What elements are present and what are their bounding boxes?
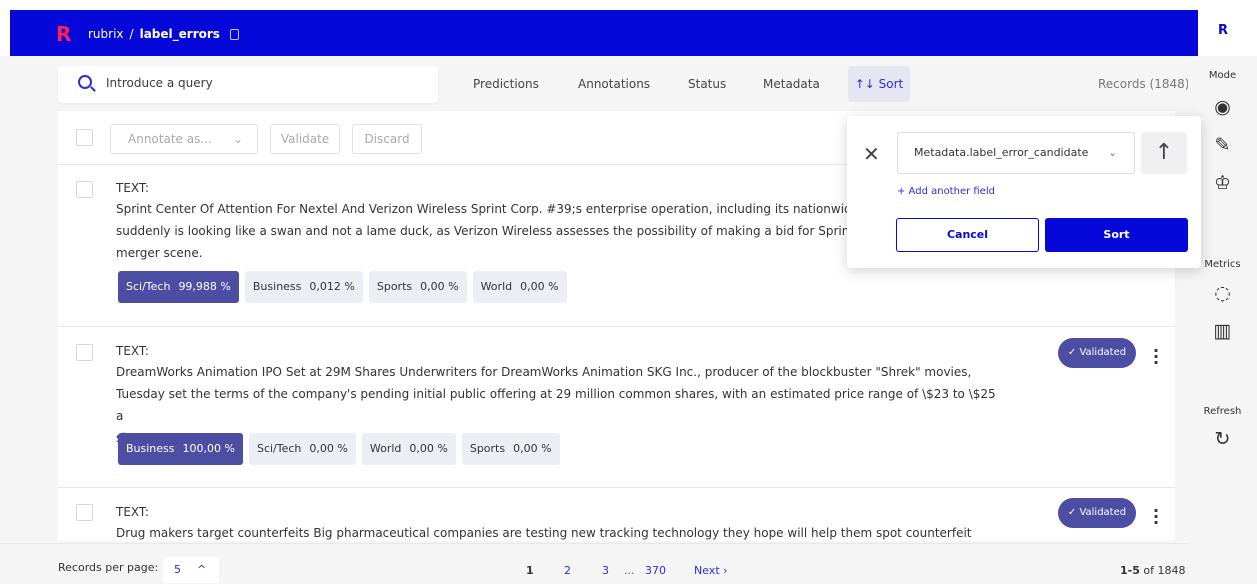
list-item: TEXT: ✓ Validated · · · Drug makers target… — [58, 488, 1175, 541]
prediction-chip[interactable]: Sports 0,00 % — [368, 271, 467, 303]
prediction-chip[interactable]: Sci/Tech 99,988 % — [118, 271, 239, 303]
records-per-page-select[interactable]: 5 ^ — [163, 557, 219, 583]
per-page-value: 5 — [174, 563, 181, 576]
sort-direction-icon[interactable]: ↑ — [1141, 132, 1187, 174]
search-box — [58, 66, 438, 103]
chip-score: 0,012 % — [309, 280, 355, 293]
cancel-button[interactable]: Cancel — [896, 218, 1039, 252]
prediction-chip[interactable]: World 0,00 % — [472, 271, 567, 303]
chip-score: 99,988 % — [178, 280, 231, 293]
record-label: TEXT: — [116, 344, 149, 358]
discard-button[interactable]: Discard — [352, 124, 422, 154]
more-options-icon[interactable]: · · · — [1150, 503, 1162, 531]
filter-metadata[interactable]: Metadata — [763, 77, 820, 91]
validated-badge[interactable]: ✓ Validated — [1058, 498, 1136, 528]
sort-popover: ✕ Metadata.label_error_candidate ⌄ ↑ + A… — [847, 116, 1201, 268]
chip-label: World — [369, 442, 402, 455]
pagination-footer: Records per page: 5 ^ 1 2 3 ... 370 Next… — [0, 543, 1188, 584]
chip-label: Sci/Tech — [126, 280, 171, 293]
prediction-chip[interactable]: Sci/Tech 0,00 % — [248, 433, 356, 465]
filter-predictions[interactable]: Predictions — [473, 77, 539, 91]
chip-score: 0,00 % — [513, 442, 552, 455]
validate-button[interactable]: Validate — [270, 124, 340, 154]
range-bold: 1-5 — [1120, 564, 1140, 577]
bar-chart-icon[interactable]: ▥ — [1188, 320, 1257, 342]
record-checkbox[interactable] — [76, 504, 93, 521]
mode-heading: Mode — [1208, 70, 1237, 81]
avatar[interactable]: R — [1210, 18, 1236, 44]
page-ellipsis: ... — [624, 564, 635, 577]
record-checkbox[interactable] — [76, 181, 93, 198]
next-page-button[interactable]: Next › — [694, 564, 728, 577]
list-item: TEXT: ✓ Validated · · · DreamWorks Animati… — [58, 327, 1175, 488]
prediction-chips: Sci/Tech 99,988 % Business 0,012 % Sports 0… — [118, 271, 567, 303]
chevron-down-icon: ⌄ — [1108, 146, 1118, 159]
record-text: Drug makers target counterfeits Big phar… — [116, 522, 996, 541]
breadcrumb-separator: / — [129, 27, 134, 41]
sort-button[interactable]: ↑↓ Sort — [848, 66, 910, 102]
annotate-as-dropdown[interactable]: Annotate as... ⌄ — [110, 124, 258, 154]
chip-score: 0,00 % — [409, 442, 448, 455]
annotate-as-label: Annotate as... — [128, 132, 212, 146]
breadcrumb-project[interactable]: rubrix — [88, 27, 124, 41]
sort-field-select[interactable]: Metadata.label_error_candidate ⌄ — [897, 132, 1135, 174]
chip-label: Sci/Tech — [256, 442, 302, 455]
breadcrumb: rubrix / label_errors — [88, 27, 239, 41]
validated-badge[interactable]: ✓ Validated — [1058, 338, 1136, 368]
chevron-up-icon: ^ — [197, 563, 207, 576]
more-options-icon[interactable]: · · · — [1150, 343, 1162, 371]
record-text-line: Tuesday set the terms of the company's p… — [116, 387, 996, 423]
chip-label: Business — [252, 280, 302, 293]
chip-score: 0,00 % — [520, 280, 559, 293]
page-3[interactable]: 3 — [602, 564, 609, 577]
page-370[interactable]: 370 — [645, 564, 666, 577]
chip-label: Sports — [376, 280, 413, 293]
sort-field-value: Metadata.label_error_candidate — [914, 146, 1089, 159]
top-bar: R rubrix / label_errors R — [0, 0, 1257, 56]
records-count: Records (1848) — [1098, 77, 1190, 91]
chip-label: Sports — [469, 442, 506, 455]
copy-icon[interactable] — [229, 28, 239, 40]
records-range: 1-5 of 1848 — [1120, 564, 1185, 577]
prediction-chip[interactable]: Business 0,012 % — [244, 271, 363, 303]
prediction-chip[interactable]: Sports 0,00 % — [461, 433, 560, 465]
record-text-line: DreamWorks Animation IPO Set at 29M Shar… — [116, 365, 972, 379]
chip-score: 0,00 % — [309, 442, 348, 455]
refresh-heading: Refresh — [1203, 406, 1242, 417]
add-sort-field-link[interactable]: + Add another field — [897, 186, 995, 197]
refresh-icon[interactable]: ↻ — [1188, 428, 1257, 450]
search-input[interactable] — [106, 76, 406, 90]
rubrix-logo[interactable]: R — [56, 24, 76, 44]
prediction-chips: Business 100,00 % Sci/Tech 0,00 % World 0,0… — [118, 433, 560, 465]
chip-label: World — [480, 280, 513, 293]
prediction-chip[interactable]: World 0,00 % — [361, 433, 456, 465]
prediction-chip[interactable]: Business 100,00 % — [118, 433, 243, 465]
page-2[interactable]: 2 — [564, 564, 571, 577]
records-per-page-label: Records per page: — [58, 561, 159, 574]
record-label: TEXT: — [116, 505, 149, 519]
range-total: of 1848 — [1143, 564, 1186, 577]
chip-score: 100,00 % — [182, 442, 235, 455]
header-banner: R rubrix / label_errors — [10, 10, 1198, 56]
breadcrumb-dataset: label_errors — [139, 27, 220, 41]
filter-annotations[interactable]: Annotations — [578, 77, 650, 91]
select-all-checkbox[interactable] — [76, 129, 93, 146]
page-1[interactable]: 1 — [526, 564, 534, 577]
sort-apply-button[interactable]: Sort — [1045, 218, 1188, 252]
record-checkbox[interactable] — [76, 344, 93, 361]
record-label: TEXT: — [116, 181, 149, 195]
chevron-down-icon: ⌄ — [233, 132, 244, 146]
search-icon — [78, 75, 92, 89]
chip-label: Business — [126, 442, 175, 455]
record-text-line: Drug makers target counterfeits Big phar… — [116, 526, 972, 540]
close-icon[interactable]: ✕ — [863, 142, 880, 166]
eye-icon[interactable]: ◉ — [1188, 96, 1257, 118]
chip-score: 0,00 % — [420, 280, 459, 293]
filter-status[interactable]: Status — [688, 77, 726, 91]
progress-ring-icon[interactable]: ◌ — [1188, 282, 1257, 304]
